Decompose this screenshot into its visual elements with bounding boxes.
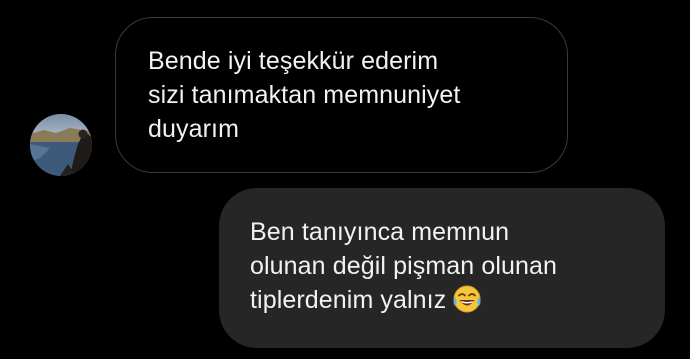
incoming-message-bubble[interactable]: Bende iyi teşekkür ederim sizi tanımakta… bbox=[115, 17, 568, 173]
avatar[interactable] bbox=[30, 114, 92, 176]
profile-photo bbox=[30, 114, 92, 176]
outgoing-message-text: Ben tanıyınca memnun olunan değil pişman… bbox=[250, 215, 641, 317]
face-with-tears-of-joy-icon bbox=[452, 284, 482, 314]
incoming-message-text: Bende iyi teşekkür ederim sizi tanımakta… bbox=[148, 47, 461, 143]
outgoing-message-body: Ben tanıyınca memnun olunan değil pişman… bbox=[250, 218, 557, 314]
outgoing-message-bubble[interactable]: Ben tanıyınca memnun olunan değil pişman… bbox=[219, 188, 665, 348]
